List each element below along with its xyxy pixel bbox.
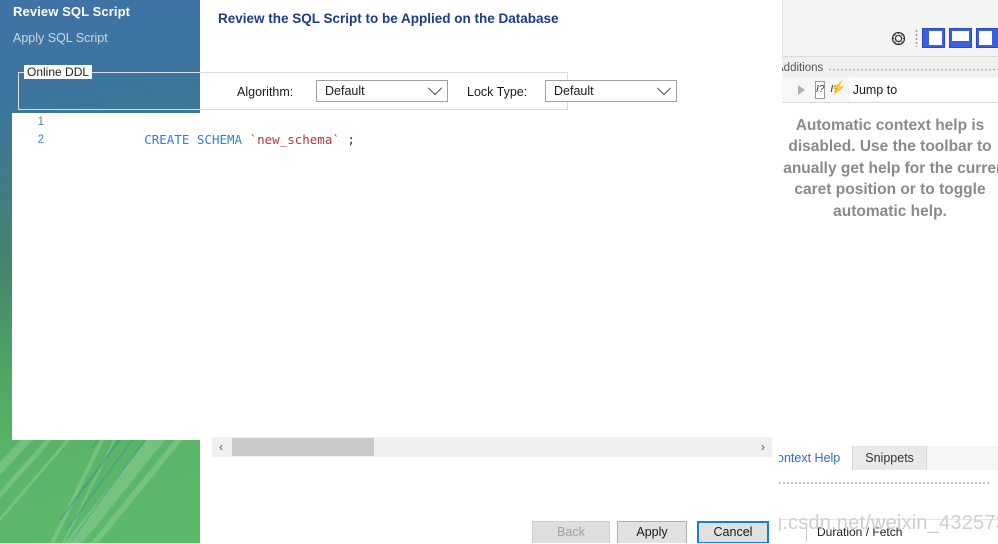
scrollbar-thumb[interactable] [232,438,374,456]
sql-script-editor[interactable]: 1 CREATE SCHEMA `new_schema` ; 2 [12,113,575,440]
context-help-toolbar: I? ⚡ I? [782,77,998,103]
tab-snippets[interactable]: Snippets [852,446,927,470]
status-bar: Duration / Fetch [770,519,998,544]
background-top-toolbar [782,0,998,56]
lock-type-label: Lock Type: [467,85,528,99]
auto-context-help-icon[interactable]: ⚡ I? [830,80,846,99]
lock-type-select-value: Default [554,84,594,98]
sidebar-step-apply-sql-script[interactable]: Apply SQL Script [13,31,108,45]
apply-sql-script-dialog: Review SQL Script Apply SQL Script Revie… [0,0,779,543]
panel-splitter-grip[interactable] [778,481,990,486]
status-separator [806,523,807,541]
jump-to-input[interactable] [848,78,998,101]
apply-button[interactable]: Apply [617,521,687,543]
editor-horizontal-scrollbar[interactable]: ‹ › [212,437,772,457]
additions-dotted-rule [828,67,998,71]
scroll-right-icon[interactable]: › [754,437,772,457]
code-line: 2 [12,131,575,149]
duration-fetch-label: Duration / Fetch [817,525,903,539]
algorithm-select-value: Default [325,84,365,98]
algorithm-select[interactable]: Default [316,80,448,102]
context-help-icon[interactable]: I? [815,80,826,99]
sidebar-step-review-sql-script[interactable]: Review SQL Script [13,4,130,19]
page-title: Review the SQL Script to be Applied on t… [218,11,559,26]
additions-section-header: Additions [782,56,998,79]
context-help-panel: Automatic context help is disabled. Use … [782,103,998,447]
additions-label: Additions [782,61,824,74]
scroll-left-icon[interactable]: ‹ [212,437,230,457]
cancel-button[interactable]: Cancel [697,521,769,543]
online-ddl-legend: Online DDL [24,65,93,79]
line-number: 1 [37,116,44,128]
algorithm-label: Algorithm: [237,85,294,99]
play-icon[interactable] [798,84,805,95]
toggle-output-panel-button[interactable] [949,28,972,48]
chevron-down-icon [656,81,672,96]
toggle-sidebar-button[interactable] [922,28,945,48]
layout-toggle-button-group [890,28,998,48]
context-help-message: Automatic context help is disabled. Use … [782,117,998,220]
line-number: 2 [37,134,44,146]
scrollbar-track[interactable] [230,437,754,457]
settings-gear-icon[interactable] [890,30,907,47]
toggle-secondary-sidebar-button[interactable] [976,28,998,48]
back-button: Back [532,521,610,543]
chevron-down-icon [427,81,443,96]
toolbar-drag-grip[interactable] [915,29,918,47]
tab-context-help[interactable]: Context Help [770,446,853,470]
code-line: 1 CREATE SCHEMA `new_schema` ; [12,113,575,147]
lock-type-select[interactable]: Default [545,80,677,102]
bottom-tab-strip: Context Help Snippets [770,446,998,471]
